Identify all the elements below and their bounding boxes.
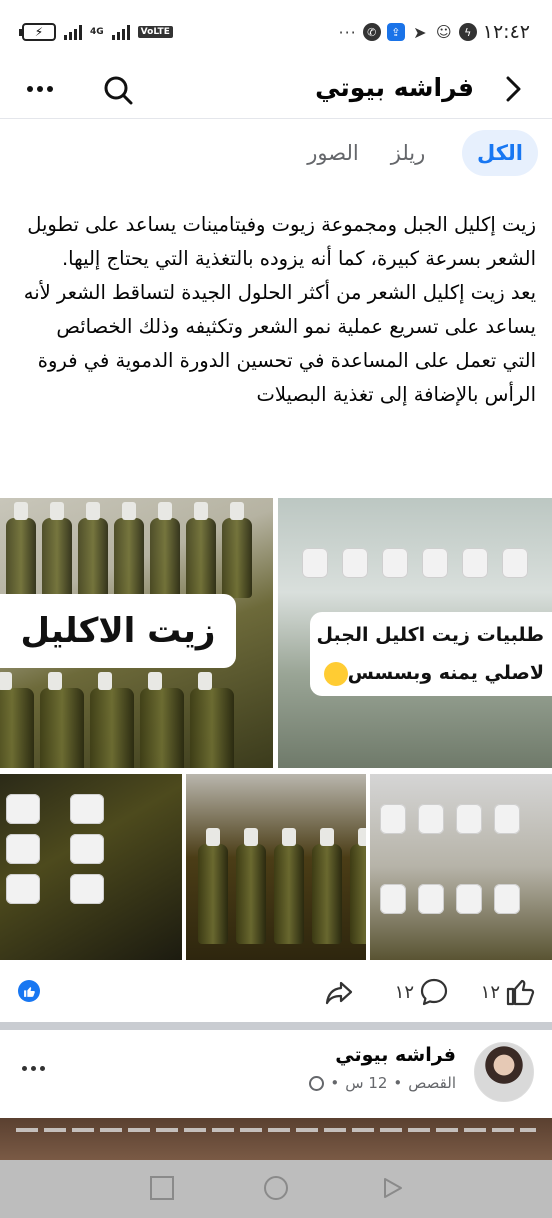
- post-paragraph: زيت إكليل الجبل ومجموعة زيوت وفيتامينات …: [27, 213, 536, 270]
- story-progress-bar: [16, 1128, 536, 1132]
- header-divider: [0, 118, 552, 119]
- status-right: ··· ✆ ⇪ ➤ ☺ ϟ ١٢:٤٢: [339, 18, 531, 46]
- caps-decoration: [70, 794, 104, 904]
- snapchat-icon: ☺: [435, 23, 452, 41]
- search-icon: [104, 76, 133, 105]
- next-post-image-peek[interactable]: [0, 1118, 552, 1160]
- dot-icon: [31, 1066, 36, 1071]
- system-nav-bar: [0, 1160, 552, 1218]
- thumbs-up-icon: [23, 986, 35, 997]
- meta-separator: •: [393, 1074, 403, 1092]
- meta-separator: •: [330, 1074, 340, 1092]
- back-arrow-icon: [506, 76, 521, 102]
- reactions-bar: ١٢ ١٢: [0, 962, 552, 1022]
- post-more-button[interactable]: [22, 1066, 45, 1071]
- caps-decoration: [6, 794, 40, 904]
- dot-icon: [22, 1066, 27, 1071]
- status-left: ⚡ 4G VoLTE: [19, 18, 173, 46]
- comment-icon: [420, 978, 448, 1006]
- signal-2-icon: [111, 24, 130, 40]
- overlay-line-2: لاصلي يمنه وبسسس: [310, 654, 544, 692]
- post-image[interactable]: [186, 774, 366, 960]
- post-text: زيت إكليل الجبل ومجموعة زيوت وفيتامينات …: [18, 208, 536, 412]
- overlay-line: طلبيات زيت اكليل الجبل: [316, 624, 544, 646]
- back-button[interactable]: [496, 72, 530, 106]
- whatsapp-icon: ✆: [362, 23, 381, 41]
- post-paragraph: يعد زيت إكليل الشعر من أكثر الحلول الجيد…: [23, 281, 536, 406]
- tab-photos[interactable]: الصور: [300, 130, 366, 176]
- tab-all[interactable]: الكل: [462, 130, 538, 176]
- signal-icon: [64, 24, 82, 40]
- like-reaction-badge[interactable]: [18, 980, 40, 1002]
- bottles-decoration: [0, 672, 234, 768]
- post-image[interactable]: زيت الاكليل: [0, 498, 273, 768]
- like-button[interactable]: ١٢: [481, 974, 536, 1010]
- dot-icon: [37, 86, 43, 92]
- system-back-button[interactable]: [380, 1176, 404, 1200]
- thumbs-up-icon: [506, 979, 535, 1006]
- image-overlay-label: طلبيات زيت اكليل الجبل لاصلي يمنه وبسسس: [310, 612, 552, 696]
- home-button[interactable]: [264, 1176, 288, 1200]
- comment-button[interactable]: ١٢: [395, 974, 450, 1010]
- post-image[interactable]: [0, 774, 182, 960]
- tab-reels[interactable]: ريلز: [380, 130, 436, 176]
- messenger-icon: ϟ: [458, 23, 477, 41]
- sleepy-emoji-icon: [323, 661, 348, 686]
- status-time: ١٢:٤٢: [482, 21, 530, 43]
- share-button[interactable]: [324, 974, 354, 1010]
- status-bar: ⚡ 4G VoLTE ··· ✆ ⇪ ➤ ☺ ϟ ١٢:٤٢: [0, 0, 552, 64]
- search-button[interactable]: [100, 72, 136, 108]
- recents-button[interactable]: [150, 1176, 174, 1200]
- battery-charging-icon: ⚡: [19, 23, 56, 41]
- dot-icon: [47, 86, 53, 92]
- more-notifications-icon: ···: [338, 22, 357, 42]
- next-post-header: فراشه بيوتي القصص • 12 س •: [0, 1030, 552, 1120]
- telegram-icon: ➤: [413, 22, 427, 42]
- caps-decoration: [380, 804, 520, 834]
- page-header: فراشه بيوتي: [0, 64, 552, 118]
- avatar[interactable]: [474, 1042, 534, 1102]
- dot-icon: [27, 86, 33, 92]
- post-image[interactable]: [370, 774, 552, 960]
- post-time: 12 س: [345, 1074, 388, 1092]
- more-options-button[interactable]: [22, 74, 58, 104]
- caps-decoration: [380, 884, 520, 914]
- like-count: ١٢: [480, 981, 500, 1003]
- bottles-decoration: [6, 502, 252, 598]
- caps-decoration: [302, 548, 528, 578]
- post-source: القصص: [408, 1074, 456, 1092]
- page-title: فراشه بيوتي: [315, 73, 474, 102]
- volte-badge: VoLTE: [137, 26, 173, 38]
- globe-icon: [309, 1075, 325, 1091]
- post-image[interactable]: طلبيات زيت اكليل الجبل لاصلي يمنه وبسسس: [278, 498, 552, 768]
- post-image-grid: زيت الاكليل طلبيات زيت اكليل الجبل لاصلي…: [0, 498, 552, 960]
- post-divider: [0, 1022, 552, 1030]
- image-overlay-label: زيت الاكليل: [0, 594, 236, 668]
- dot-icon: [40, 1066, 45, 1071]
- back-triangle-icon: [384, 1178, 402, 1198]
- share-icon: [325, 981, 353, 1005]
- network-type: 4G: [90, 26, 104, 37]
- bottles-decoration: [198, 828, 366, 944]
- comment-count: ١٢: [394, 981, 414, 1003]
- filter-tabs: الكل ريلز الصور: [0, 130, 552, 182]
- post-meta: القصص • 12 س •: [309, 1074, 456, 1092]
- vpn-icon: ⇪: [386, 23, 405, 41]
- post-author[interactable]: فراشه بيوتي: [335, 1044, 456, 1066]
